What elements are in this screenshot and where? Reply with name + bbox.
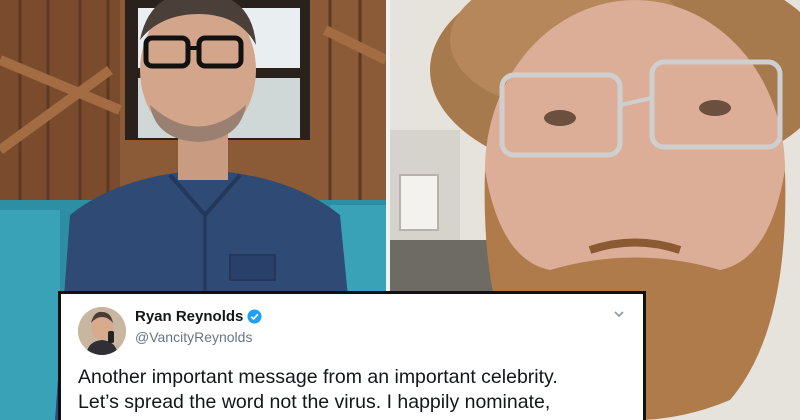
tweet-author[interactable]: Ryan Reynolds [135,308,262,325]
tweet-text-line: Let’s spread the word not the virus. I h… [78,391,551,413]
user-handle[interactable]: @VancityReynolds [135,329,252,345]
tweet-card[interactable]: Ryan Reynolds @VancityReynolds Another i… [58,291,646,420]
avatar[interactable] [78,307,126,355]
chevron-down-icon[interactable] [613,308,625,320]
display-name[interactable]: Ryan Reynolds [135,308,243,325]
tweet-text-line: Another important message from an import… [78,366,558,388]
tweet-text: Another important message from an import… [78,365,633,415]
verified-badge-icon [247,309,262,324]
